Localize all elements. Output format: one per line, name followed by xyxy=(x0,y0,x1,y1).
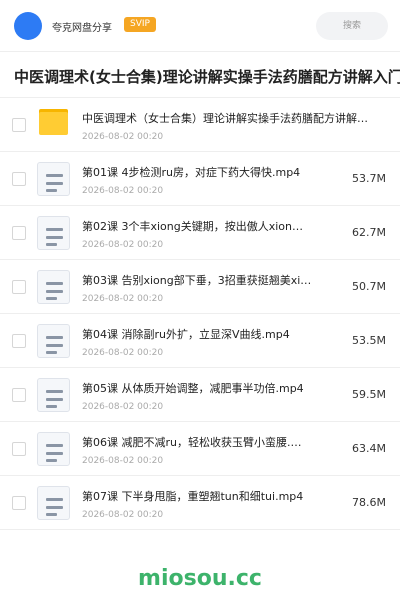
file-name: 第03课 告别xiong部下垂，3招重获挺翘美xi… xyxy=(82,274,312,287)
file-size: 53.5M xyxy=(352,334,386,347)
file-date: 2026-08-02 00:20 xyxy=(82,186,164,196)
list-item[interactable]: 第02课 3个丰xiong关键期，按出傲人xion… 2026-08-02 00… xyxy=(0,206,400,260)
list-item[interactable]: 第01课 4步检测ru房，对症下药大得快.mp4 2026-08-02 00:2… xyxy=(0,152,400,206)
list-item[interactable]: 第07课 下半身甩脂，重塑翘tun和细tui.mp4 2026-08-02 00… xyxy=(0,476,400,530)
file-name: 第02课 3个丰xiong关键期，按出傲人xion… xyxy=(82,220,304,233)
file-icon xyxy=(37,162,70,196)
file-size: 59.5M xyxy=(352,388,386,401)
file-list: 中医调理术（女士合集）理论讲解实操手法药膳配方讲解… 2026-08-02 00… xyxy=(0,98,400,530)
file-date: 2026-08-02 00:20 xyxy=(82,348,164,358)
file-size: 62.7M xyxy=(352,226,386,239)
file-date: 2026-08-02 00:20 xyxy=(82,402,164,412)
file-date: 2026-08-02 00:20 xyxy=(82,132,164,142)
username: 夸克网盘分享 xyxy=(52,23,112,34)
file-name: 第05课 从体质开始调整，减肥事半功倍.mp4 xyxy=(82,382,304,395)
file-size: 50.7M xyxy=(352,280,386,293)
title-bar: 中医调理术(女士合集)理论讲解实操手法药膳配方讲解入门 xyxy=(0,52,400,98)
file-icon xyxy=(37,486,70,520)
watermark: miosou.cc xyxy=(138,566,262,591)
file-date: 2026-08-02 00:20 xyxy=(82,510,164,520)
file-icon xyxy=(37,432,70,466)
select-checkbox[interactable] xyxy=(12,496,26,510)
file-icon xyxy=(37,270,70,304)
file-name: 第04课 消除副ru外扩，立显深V曲线.mp4 xyxy=(82,328,290,341)
select-checkbox[interactable] xyxy=(12,226,26,240)
app-header: 夸克网盘分享 SVIP 搜索 xyxy=(0,0,400,52)
file-size: 78.6M xyxy=(352,496,386,509)
list-item[interactable]: 第04课 消除副ru外扩，立显深V曲线.mp4 2026-08-02 00:20… xyxy=(0,314,400,368)
file-size: 53.7M xyxy=(352,172,386,185)
select-checkbox[interactable] xyxy=(12,172,26,186)
file-date: 2026-08-02 00:20 xyxy=(82,240,164,250)
list-item[interactable]: 第06课 减肥不减ru，轻松收获玉臂小蛮腰.mp4 2026-08-02 00:… xyxy=(0,422,400,476)
select-checkbox[interactable] xyxy=(12,280,26,294)
select-checkbox[interactable] xyxy=(12,118,26,132)
file-icon xyxy=(37,324,70,358)
folder-icon xyxy=(39,109,68,135)
file-date: 2026-08-02 00:20 xyxy=(82,456,164,466)
file-name: 中医调理术（女士合集）理论讲解实操手法药膳配方讲解… xyxy=(82,112,368,125)
file-icon xyxy=(37,378,70,412)
page-title: 中医调理术(女士合集)理论讲解实操手法药膳配方讲解入门 xyxy=(14,68,400,86)
list-item[interactable]: 中医调理术（女士合集）理论讲解实操手法药膳配方讲解… 2026-08-02 00… xyxy=(0,98,400,152)
file-size: 63.4M xyxy=(352,442,386,455)
list-item[interactable]: 第03课 告别xiong部下垂，3招重获挺翘美xi… 2026-08-02 00… xyxy=(0,260,400,314)
file-name: 第01课 4步检测ru房，对症下药大得快.mp4 xyxy=(82,166,301,179)
select-checkbox[interactable] xyxy=(12,334,26,348)
list-item[interactable]: 第05课 从体质开始调整，减肥事半功倍.mp4 2026-08-02 00:20… xyxy=(0,368,400,422)
file-name: 第07课 下半身甩脂，重塑翘tun和细tui.mp4 xyxy=(82,490,304,503)
file-icon xyxy=(37,216,70,250)
avatar[interactable] xyxy=(14,12,42,40)
file-name: 第06课 减肥不减ru，轻松收获玉臂小蛮腰.mp4 xyxy=(82,436,312,449)
vip-badge: SVIP xyxy=(124,17,156,32)
select-checkbox[interactable] xyxy=(12,388,26,402)
search-input[interactable]: 搜索 xyxy=(316,12,388,40)
file-date: 2026-08-02 00:20 xyxy=(82,294,164,304)
select-checkbox[interactable] xyxy=(12,442,26,456)
